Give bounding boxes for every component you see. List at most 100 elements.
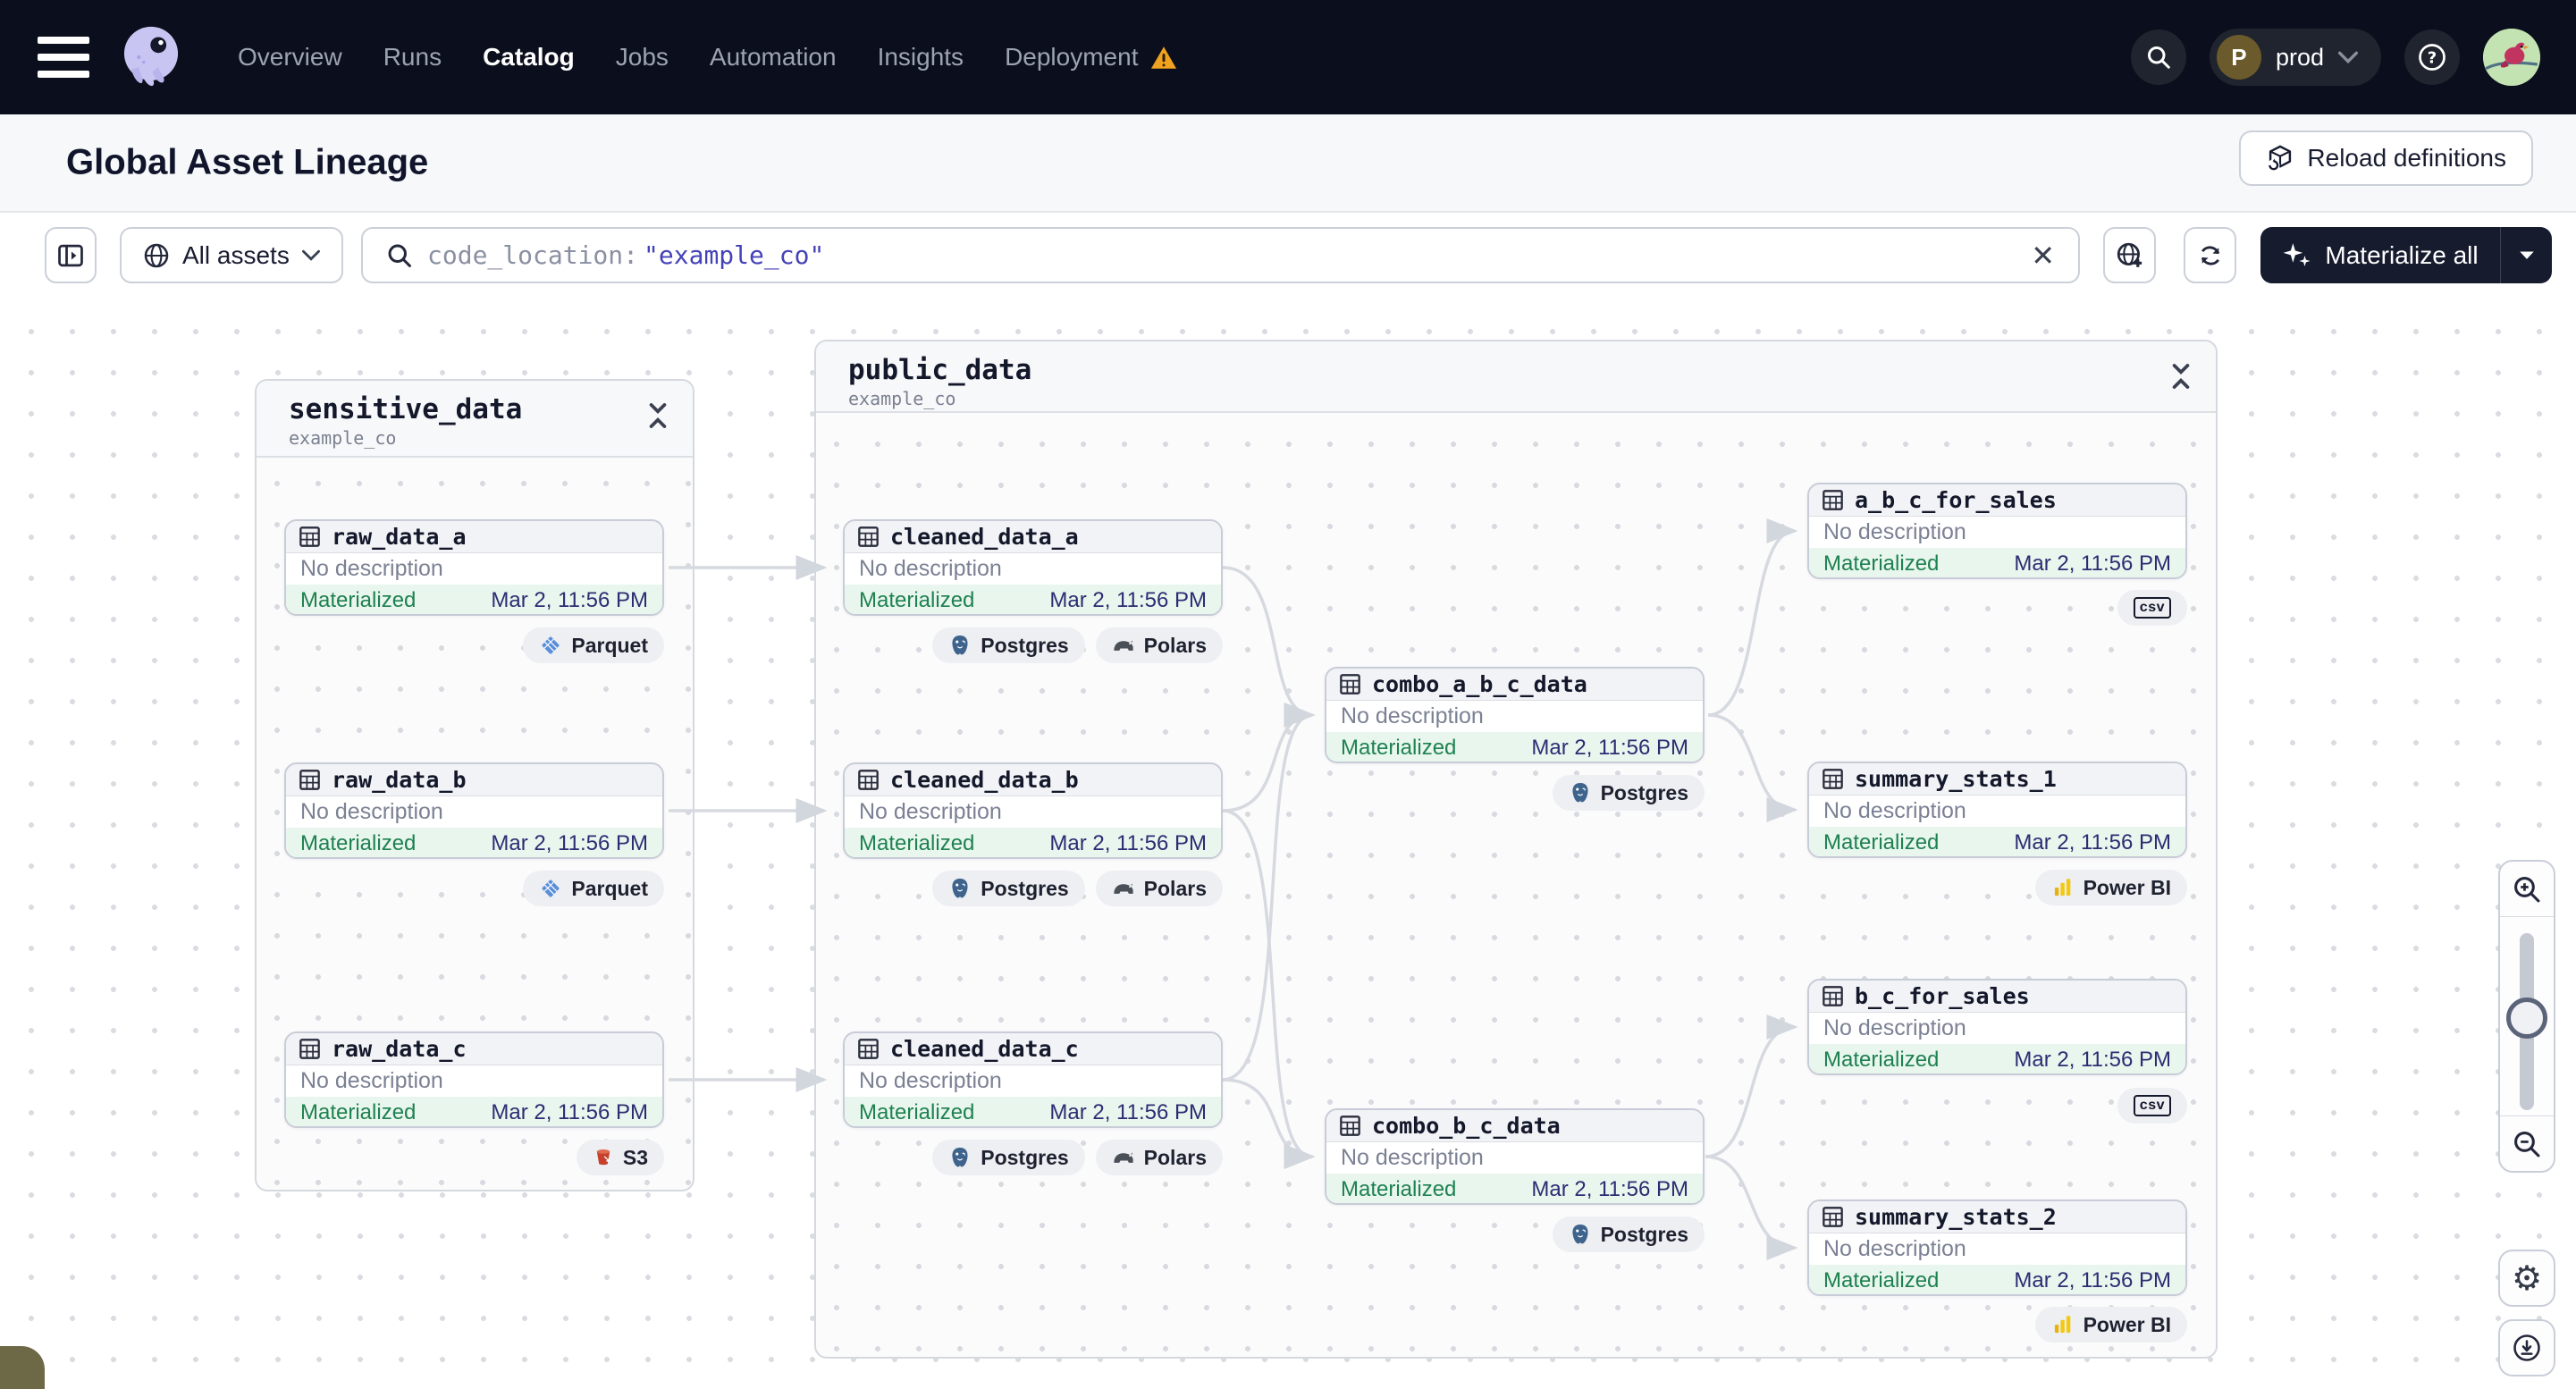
asset-name: raw_data_b xyxy=(332,767,467,793)
asset-node-raw-data-b[interactable]: raw_data_b No description Materialized Ma… xyxy=(284,762,664,859)
tag-postgres[interactable]: Postgres xyxy=(932,627,1085,663)
asset-node-raw-data-c[interactable]: raw_data_c No description Materialized Ma… xyxy=(284,1031,664,1128)
table-icon xyxy=(1823,490,1843,510)
nav-item-deployment[interactable]: Deployment xyxy=(1005,43,1138,72)
open-sidebar-button[interactable] xyxy=(45,227,97,283)
tag-label: Polars xyxy=(1143,1145,1207,1169)
tag-parquet[interactable]: Parquet xyxy=(523,871,664,906)
nav-item-jobs[interactable]: Jobs xyxy=(616,43,669,72)
asset-description: No description xyxy=(859,1068,1002,1093)
asset-status: Materialized xyxy=(300,830,417,855)
polars-icon xyxy=(1114,883,1133,894)
asset-description: No description xyxy=(300,1068,443,1093)
materialize-all-button[interactable]: Materialize all xyxy=(2260,227,2552,283)
asset-timestamp[interactable]: Mar 2, 11:56 PM xyxy=(491,588,648,613)
tag-label: Polars xyxy=(1143,633,1207,657)
download-icon xyxy=(2513,1334,2540,1361)
lineage-canvas[interactable]: sensitive_data example_co public_data ex… xyxy=(0,304,2576,1389)
tag-postgres[interactable]: Postgres xyxy=(932,1140,1085,1175)
refresh-button[interactable] xyxy=(2184,227,2236,283)
download-graph-button[interactable] xyxy=(2498,1319,2555,1376)
nav-item-automation[interactable]: Automation xyxy=(710,43,837,72)
asset-node-summary-stats-1[interactable]: summary_stats_1 No description Materiali… xyxy=(1807,762,2187,858)
nav-item-runs[interactable]: Runs xyxy=(383,43,442,72)
nav-item-overview[interactable]: Overview xyxy=(238,43,342,72)
group-title: public_data xyxy=(848,354,1032,386)
asset-node-raw-data-a[interactable]: raw_data_a No description Materialized Ma… xyxy=(284,519,664,616)
asset-node-b-c-for-sales[interactable]: b_c_for_sales No description Materialize… xyxy=(1807,979,2187,1075)
graph-settings-button[interactable]: ⚙ xyxy=(2498,1250,2555,1307)
deployment-switcher[interactable]: P prod xyxy=(2209,29,2381,86)
asset-status: Materialized xyxy=(300,1099,417,1124)
asset-node-cleaned-data-b[interactable]: cleaned_data_b No description Materializ… xyxy=(843,762,1223,859)
asset-description: No description xyxy=(300,799,443,824)
tag-postgres[interactable]: Postgres xyxy=(1552,775,1705,811)
collapse-group-icon[interactable] xyxy=(2169,363,2193,390)
nav-items: Overview Runs Catalog Jobs Automation In… xyxy=(238,43,1177,72)
tag-label: Postgres xyxy=(1600,1222,1688,1246)
asset-node-combo-b-c-data[interactable]: combo_b_c_data No description Materializ… xyxy=(1325,1108,1705,1205)
search-icon[interactable] xyxy=(2130,29,2186,85)
tag-csv[interactable]: csv xyxy=(2117,1088,2187,1124)
asset-node-cleaned-data-a[interactable]: cleaned_data_a No description Materializ… xyxy=(843,519,1223,616)
asset-timestamp[interactable]: Mar 2, 11:56 PM xyxy=(1531,1177,1688,1202)
tag-parquet[interactable]: Parquet xyxy=(523,627,664,663)
tag-label: Postgres xyxy=(981,633,1069,657)
asset-search-input[interactable]: code_location: "example_co" ✕ xyxy=(361,227,2080,283)
polars-icon xyxy=(1114,1152,1133,1163)
asset-timestamp[interactable]: Mar 2, 11:56 PM xyxy=(1049,1100,1207,1125)
tag-label: Power BI xyxy=(2083,875,2171,899)
asset-timestamp[interactable]: Mar 2, 11:56 PM xyxy=(2014,1268,2171,1293)
tag-polars[interactable]: Polars xyxy=(1095,1140,1223,1175)
tag-polars[interactable]: Polars xyxy=(1095,627,1223,663)
tag-s3[interactable]: S3 xyxy=(576,1140,664,1175)
zoom-out-icon xyxy=(2514,1131,2540,1157)
zoom-slider-thumb[interactable] xyxy=(2506,998,2547,1039)
asset-timestamp[interactable]: Mar 2, 11:56 PM xyxy=(1531,736,1688,761)
reload-definitions-button[interactable]: Reload definitions xyxy=(2239,130,2533,186)
clear-search-icon[interactable]: ✕ xyxy=(2031,241,2055,270)
asset-timestamp[interactable]: Mar 2, 11:56 PM xyxy=(2014,551,2171,577)
tag-postgres[interactable]: Postgres xyxy=(1552,1216,1705,1252)
dagster-logo[interactable] xyxy=(114,21,188,94)
asset-node-combo-a-b-c-data[interactable]: combo_a_b_c_data No description Material… xyxy=(1325,667,1705,763)
asset-node-a-b-c-for-sales[interactable]: a_b_c_for_sales No description Materiali… xyxy=(1807,483,2187,579)
asset-scope-select[interactable]: All assets xyxy=(120,227,343,283)
asset-description: No description xyxy=(1823,519,1966,544)
tag-postgres[interactable]: Postgres xyxy=(932,871,1085,906)
table-icon xyxy=(299,770,320,790)
view-scope-button[interactable] xyxy=(2103,227,2156,283)
asset-timestamp[interactable]: Mar 2, 11:56 PM xyxy=(491,831,648,856)
postgres-icon xyxy=(1572,782,1588,803)
materialize-options-caret[interactable] xyxy=(2500,227,2552,283)
asset-status: Materialized xyxy=(1823,1047,1940,1072)
collapse-group-icon[interactable] xyxy=(646,402,669,429)
asset-timestamp[interactable]: Mar 2, 11:56 PM xyxy=(1049,831,1207,856)
menu-icon[interactable] xyxy=(38,37,89,78)
asset-node-cleaned-data-c[interactable]: cleaned_data_c No description Materializ… xyxy=(843,1031,1223,1128)
zoom-in-button[interactable] xyxy=(2500,862,2554,917)
asset-timestamp[interactable]: Mar 2, 11:56 PM xyxy=(1049,588,1207,613)
postgres-icon xyxy=(952,1147,968,1167)
user-avatar[interactable] xyxy=(2483,29,2540,86)
asset-node-summary-stats-2[interactable]: summary_stats_2 No description Materiali… xyxy=(1807,1200,2187,1296)
nav-item-catalog[interactable]: Catalog xyxy=(483,43,575,72)
tag-label: Polars xyxy=(1143,876,1207,900)
table-icon xyxy=(1340,1115,1360,1136)
tag-polars[interactable]: Polars xyxy=(1095,871,1223,906)
asset-timestamp[interactable]: Mar 2, 11:56 PM xyxy=(491,1100,648,1125)
group-code-location: example_co xyxy=(848,388,956,409)
asset-name: raw_data_a xyxy=(332,524,467,550)
help-icon[interactable]: ? xyxy=(2404,29,2460,85)
minimap-panel[interactable] xyxy=(0,1346,45,1389)
nav-item-insights[interactable]: Insights xyxy=(878,43,964,72)
asset-timestamp[interactable]: Mar 2, 11:56 PM xyxy=(2014,1048,2171,1073)
zoom-out-button[interactable] xyxy=(2500,1115,2554,1171)
tag-powerbi[interactable]: Power BI xyxy=(2034,870,2187,905)
warning-icon xyxy=(1151,46,1177,69)
asset-timestamp[interactable]: Mar 2, 11:56 PM xyxy=(2014,830,2171,855)
tag-powerbi[interactable]: Power BI xyxy=(2034,1307,2187,1343)
asset-name: combo_a_b_c_data xyxy=(1372,671,1587,697)
chevron-down-icon xyxy=(301,249,320,261)
tag-csv[interactable]: csv xyxy=(2117,590,2187,626)
